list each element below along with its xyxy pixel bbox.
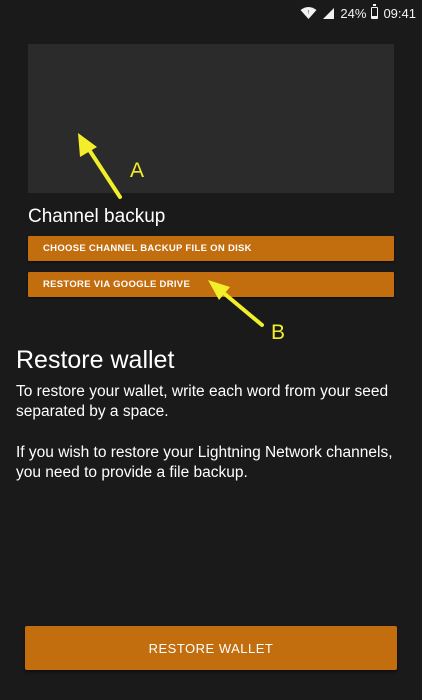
- battery-icon: [371, 4, 379, 19]
- restore-wallet-heading: Restore wallet: [16, 346, 175, 374]
- annotation-label-a: A: [130, 159, 145, 182]
- wifi-icon: !: [300, 6, 317, 20]
- restore-instructions: To restore your wallet, write each word …: [16, 383, 389, 420]
- channel-backup-title: Channel backup: [28, 206, 166, 227]
- signal-icon: [322, 7, 335, 20]
- choose-backup-file-button[interactable]: CHOOSE CHANNEL BACKUP FILE ON DISK: [28, 236, 394, 261]
- svg-text:!: !: [308, 10, 310, 16]
- restore-google-drive-button[interactable]: RESTORE VIA GOOGLE DRIVE: [28, 272, 394, 297]
- clock: 09:41: [383, 5, 416, 21]
- battery-percent: 24%: [340, 5, 367, 21]
- channel-backup-instructions: If you wish to restore your Lightning Ne…: [16, 444, 393, 481]
- status-bar: ! 24% 09:41: [0, 0, 422, 26]
- restore-wallet-button[interactable]: RESTORE WALLET: [25, 626, 397, 670]
- backup-preview-area: [28, 44, 394, 193]
- annotation-label-b: B: [271, 321, 286, 344]
